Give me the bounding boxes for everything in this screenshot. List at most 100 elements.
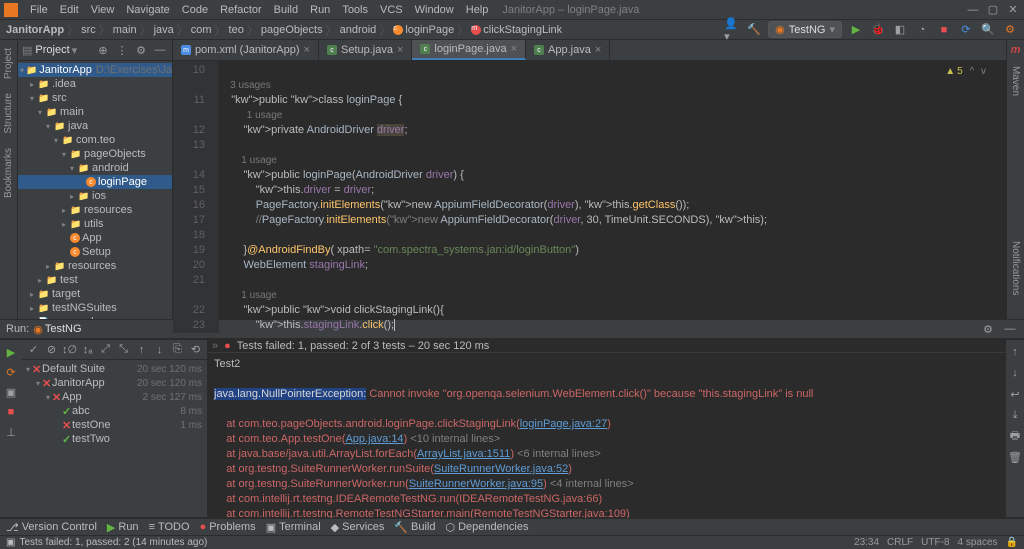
tree-item[interactable]: ▾📁android bbox=[18, 161, 172, 175]
close-tab-icon[interactable]: × bbox=[595, 44, 601, 56]
crumb-method[interactable]: clickStagingLink bbox=[483, 24, 562, 36]
next-icon[interactable]: ↓ bbox=[152, 342, 167, 358]
tree-item[interactable]: ▸📁test bbox=[18, 273, 172, 287]
test-row[interactable]: ▾✕ Default Suite20 sec 120 ms bbox=[22, 362, 207, 376]
print-icon[interactable]: 🖶 bbox=[1007, 428, 1023, 444]
close-tab-icon[interactable]: × bbox=[397, 44, 403, 56]
status-encoding[interactable]: UTF-8 bbox=[921, 537, 949, 548]
menu-tools[interactable]: Tools bbox=[336, 4, 374, 16]
export-icon[interactable]: ⎘ bbox=[170, 342, 185, 358]
tool-bookmarks[interactable]: Bookmarks bbox=[3, 144, 14, 202]
editor-tab[interactable]: cloginPage.java× bbox=[412, 40, 526, 60]
project-expand-icon[interactable]: ⋮ bbox=[114, 42, 130, 58]
tree-item[interactable]: ▾📁JanitorAppD:\Exercises\JanitorA... bbox=[18, 63, 172, 77]
project-hide-icon[interactable]: — bbox=[152, 42, 168, 58]
tree-item[interactable]: cloginPage bbox=[18, 175, 172, 189]
rerun-failed-icon[interactable]: ⟳ bbox=[3, 364, 19, 380]
bottom-todo[interactable]: ≡TODO bbox=[149, 521, 190, 533]
menu-help[interactable]: Help bbox=[460, 4, 495, 16]
test-row[interactable]: ▾✕ App2 sec 127 ms bbox=[22, 390, 207, 404]
tool-structure[interactable]: Structure bbox=[3, 89, 14, 138]
crumb-main[interactable]: main bbox=[113, 24, 137, 36]
project-tree[interactable]: ▾📁JanitorAppD:\Exercises\JanitorA...▸📁.i… bbox=[18, 61, 172, 319]
minimize-icon[interactable]: — bbox=[966, 3, 980, 17]
menu-code[interactable]: Code bbox=[176, 4, 214, 16]
bottom-deps[interactable]: ⬡Dependencies bbox=[446, 521, 529, 534]
maven-icon[interactable]: m bbox=[1011, 44, 1021, 56]
bottom-build[interactable]: 🔨Build bbox=[394, 521, 435, 534]
tree-item[interactable]: ▾📁src bbox=[18, 91, 172, 105]
bottom-services[interactable]: ◆Services bbox=[331, 521, 385, 534]
up-trace-icon[interactable]: ↑ bbox=[1007, 344, 1023, 360]
bottom-vcs[interactable]: ⎇Version Control bbox=[6, 521, 97, 534]
tree-item[interactable]: ▸📁utils bbox=[18, 217, 172, 231]
test-tree[interactable]: ▾✕ Default Suite20 sec 120 ms▾✕ JanitorA… bbox=[22, 360, 207, 448]
close-icon[interactable]: ✕ bbox=[1006, 3, 1020, 17]
profile-icon[interactable]: ◔ bbox=[914, 22, 930, 38]
tree-item[interactable]: ▸📁resources bbox=[18, 203, 172, 217]
crumb-android[interactable]: android bbox=[340, 24, 377, 36]
warning-count[interactable]: ▲5 ^ v bbox=[945, 64, 986, 79]
editor-tab[interactable]: mpom.xml (JanitorApp)× bbox=[173, 40, 319, 60]
crumb-src[interactable]: src bbox=[81, 24, 96, 36]
bottom-run[interactable]: ▶Run bbox=[107, 521, 139, 534]
menu-window[interactable]: Window bbox=[409, 4, 460, 16]
tool-notifications[interactable]: Notifications bbox=[1010, 237, 1021, 299]
crumb-class[interactable]: loginPage bbox=[405, 24, 454, 36]
bottom-terminal[interactable]: ▣Terminal bbox=[266, 521, 321, 534]
tree-item[interactable]: ▸📁target bbox=[18, 287, 172, 301]
vcs-update-icon[interactable]: ⟳ bbox=[958, 22, 974, 38]
tree-item[interactable]: ▸📁.idea bbox=[18, 77, 172, 91]
crumb-java[interactable]: java bbox=[154, 24, 174, 36]
sort-alpha-icon[interactable]: ↕ₐ bbox=[80, 342, 95, 358]
scroll-end-icon[interactable]: ⤓ bbox=[1007, 407, 1023, 423]
gutter[interactable]: 1011121314151617181920212223 bbox=[173, 61, 209, 333]
tree-item[interactable]: ▾📁com.teo bbox=[18, 133, 172, 147]
toggle-auto-icon[interactable]: ▣ bbox=[3, 384, 19, 400]
tree-item[interactable]: cSetup bbox=[18, 245, 172, 259]
build-hammer-icon[interactable]: 🔨 bbox=[746, 22, 762, 38]
test-row[interactable]: ✕ testOne1 ms bbox=[22, 418, 207, 432]
close-tab-icon[interactable]: × bbox=[304, 44, 310, 56]
tree-item[interactable]: ▾📁java bbox=[18, 119, 172, 133]
test-row[interactable]: ▾✕ JanitorApp20 sec 120 ms bbox=[22, 376, 207, 390]
console-output[interactable]: Test2java.lang.NullPointerException: Can… bbox=[208, 353, 1006, 526]
soft-wrap-icon[interactable]: ↩ bbox=[1007, 386, 1023, 402]
run-configuration[interactable]: ◉TestNG▾ bbox=[768, 21, 842, 38]
crumb-project[interactable]: JanitorApp bbox=[6, 24, 64, 36]
menu-build[interactable]: Build bbox=[268, 4, 304, 16]
menu-vcs[interactable]: VCS bbox=[374, 4, 409, 16]
ide-settings-icon[interactable]: ⚙ bbox=[1002, 22, 1018, 38]
maximize-icon[interactable]: ▢ bbox=[986, 3, 1000, 17]
editor-tab[interactable]: cApp.java× bbox=[526, 40, 610, 60]
tree-item[interactable]: 📄pom.xml bbox=[18, 315, 172, 319]
status-indent[interactable]: 4 spaces bbox=[958, 537, 998, 548]
status-position[interactable]: 23:34 bbox=[854, 537, 879, 548]
status-lock-icon[interactable]: 🔒 bbox=[1006, 537, 1018, 548]
coverage-icon[interactable]: ◧ bbox=[892, 22, 908, 38]
status-line-sep[interactable]: CRLF bbox=[887, 537, 913, 548]
show-ignored-icon[interactable]: ⊘ bbox=[44, 342, 59, 358]
debug-icon[interactable]: 🐞 bbox=[870, 22, 886, 38]
tree-item[interactable]: ▸📁ios bbox=[18, 189, 172, 203]
history-icon[interactable]: ⟲ bbox=[188, 342, 203, 358]
menu-refactor[interactable]: Refactor bbox=[214, 4, 268, 16]
test-row[interactable]: ✓ testTwo bbox=[22, 432, 207, 446]
tree-item[interactable]: ▾📁pageObjects bbox=[18, 147, 172, 161]
sort-icon[interactable]: ↕∅ bbox=[62, 342, 77, 358]
tool-project[interactable]: Project bbox=[3, 44, 14, 83]
tree-item[interactable]: ▾📁main bbox=[18, 105, 172, 119]
crumb-pageobjects[interactable]: pageObjects bbox=[261, 24, 323, 36]
stop-icon[interactable]: ■ bbox=[936, 22, 952, 38]
tree-item[interactable]: ▸📁testNGSuites bbox=[18, 301, 172, 315]
tree-item[interactable]: ▸📁resources bbox=[18, 259, 172, 273]
clear-icon[interactable]: 🗑 bbox=[1007, 449, 1023, 465]
down-trace-icon[interactable]: ↓ bbox=[1007, 365, 1023, 381]
project-settings-icon[interactable]: ⚙ bbox=[133, 42, 149, 58]
code-lines[interactable]: ▲5 ^ v 3 usages "kw">public "kw">class l… bbox=[219, 61, 1006, 333]
arrow-icon[interactable]: ▤ bbox=[22, 44, 32, 57]
test-row[interactable]: ✓ abc8 ms bbox=[22, 404, 207, 418]
menu-view[interactable]: View bbox=[85, 4, 121, 16]
bottom-problems[interactable]: ●Problems bbox=[200, 521, 256, 533]
close-tab-icon[interactable]: × bbox=[511, 43, 517, 55]
